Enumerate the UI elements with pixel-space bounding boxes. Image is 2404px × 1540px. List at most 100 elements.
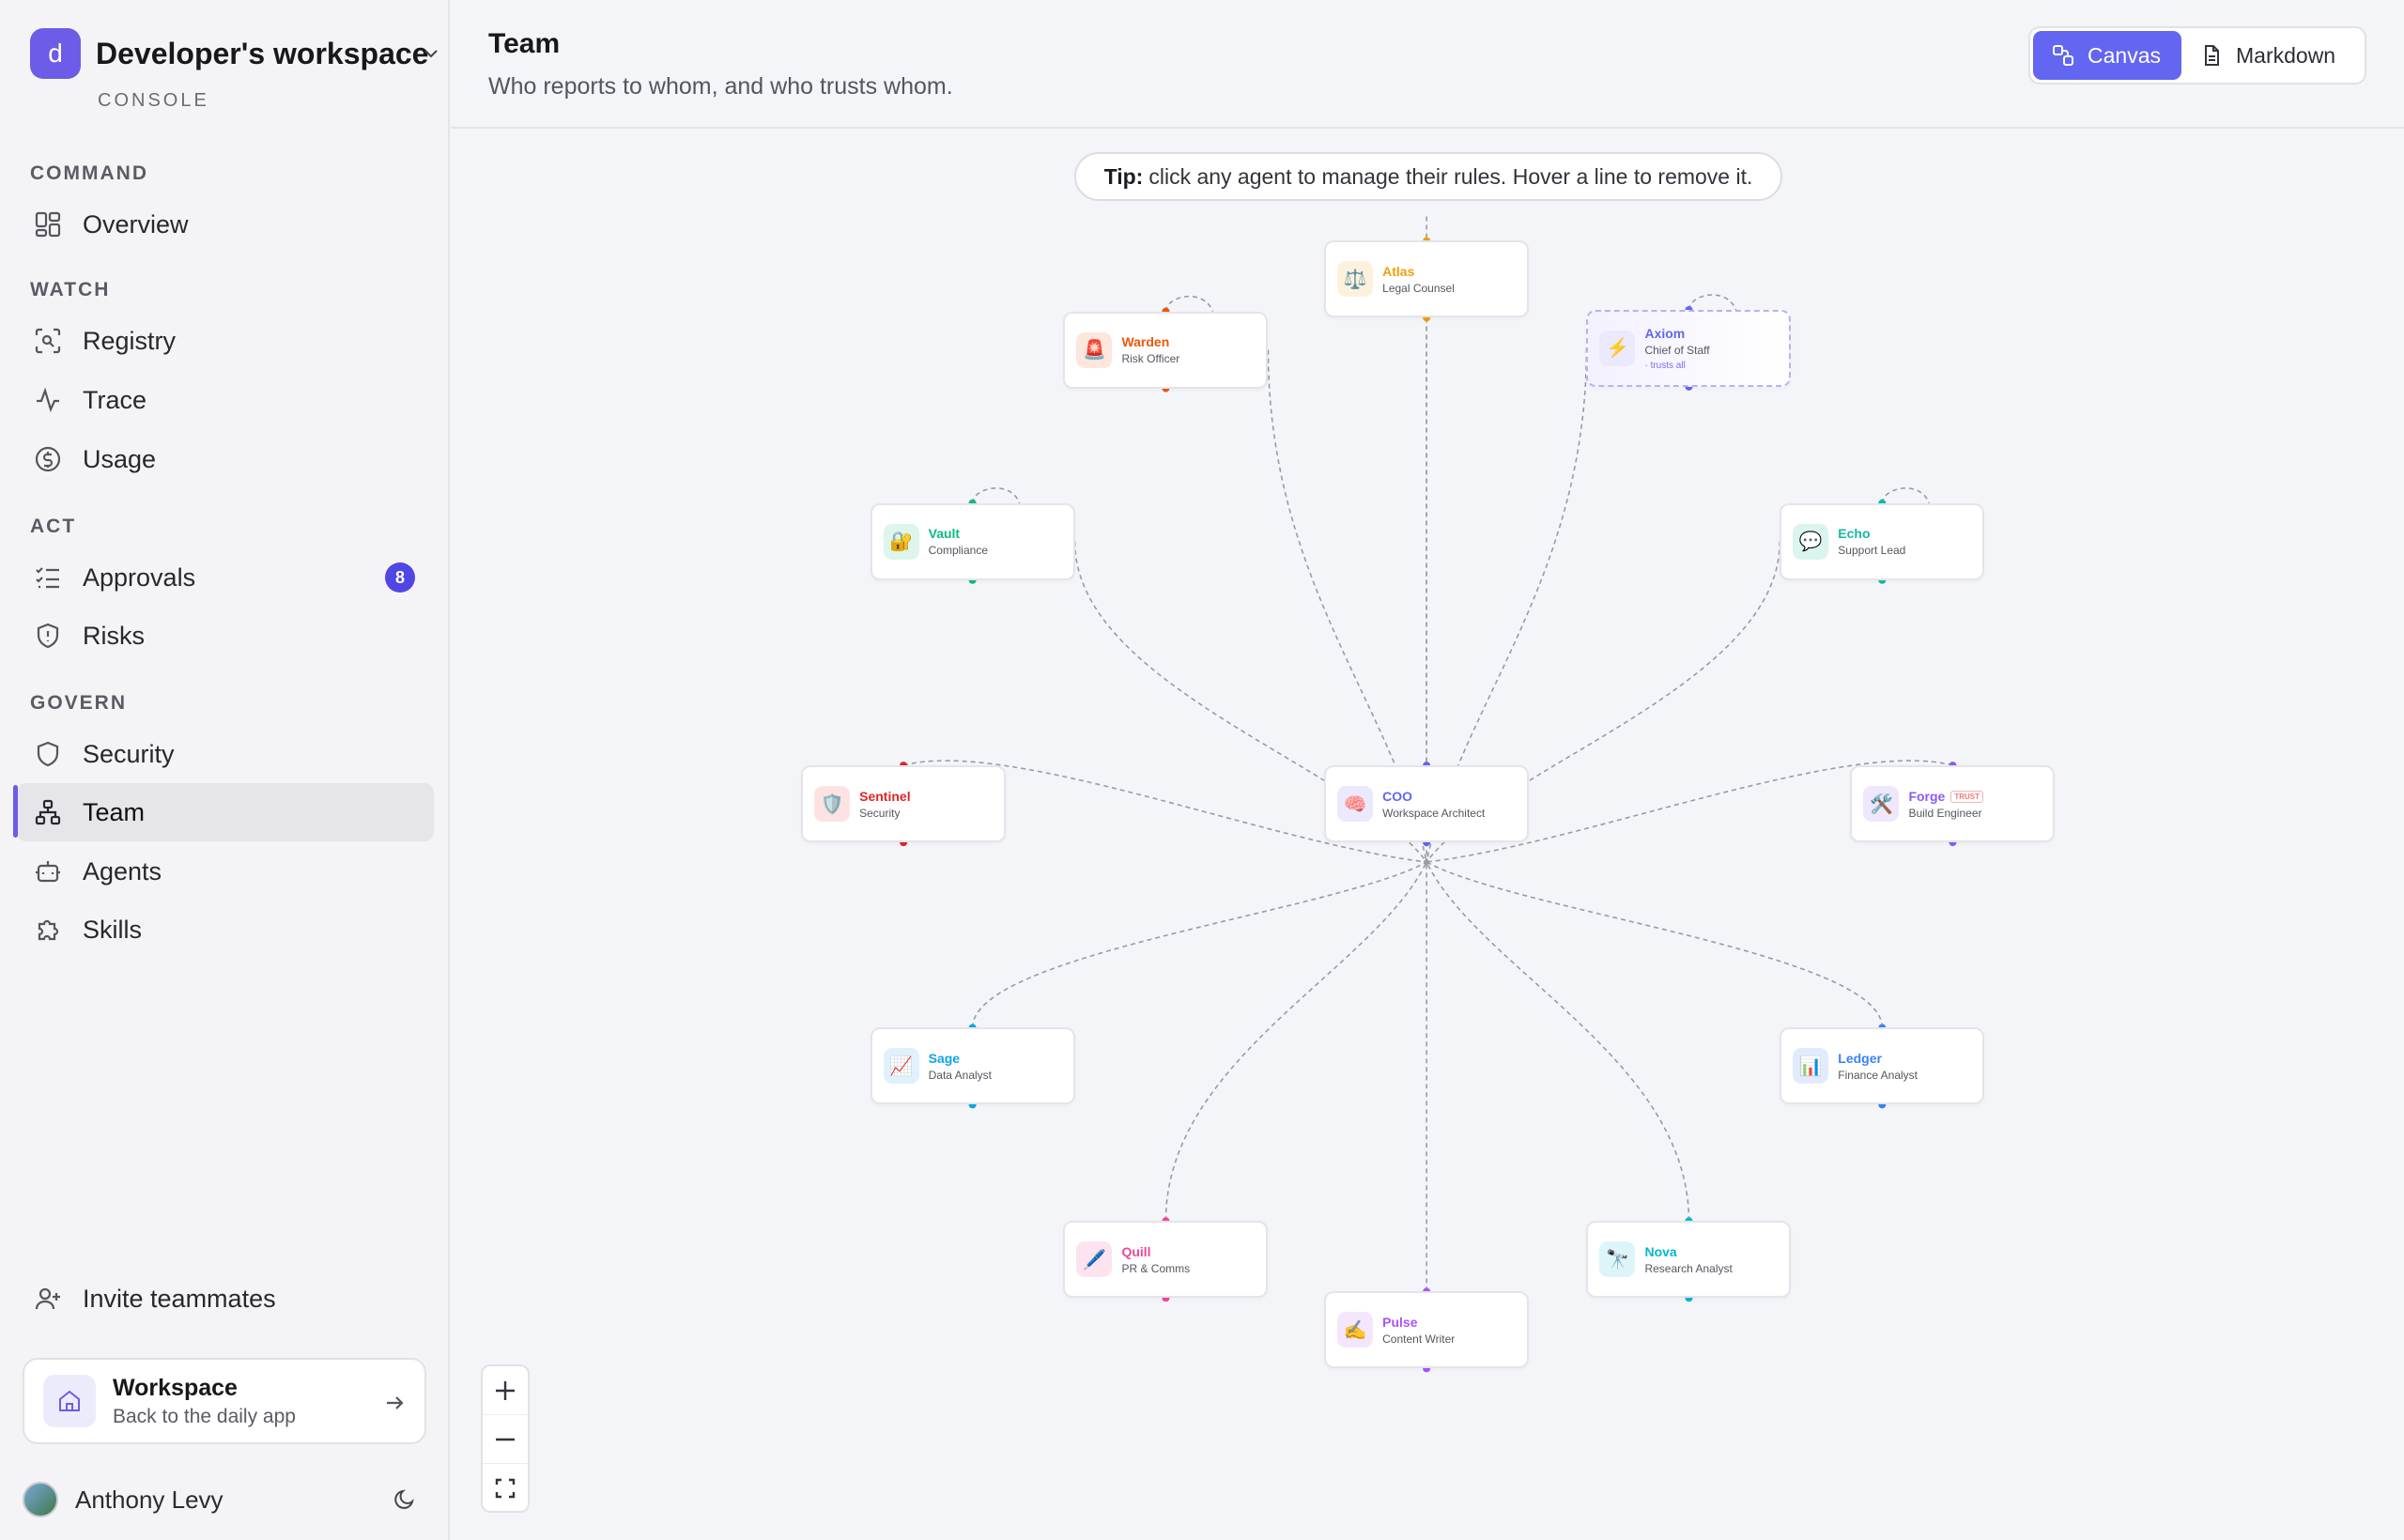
nav-item-risks[interactable]: Risks bbox=[17, 607, 434, 665]
agent-node-forge[interactable]: 🛠️ Forge TRUST Build Engineer bbox=[1850, 765, 2056, 843]
agent-text: COO Workspace Architect bbox=[1382, 789, 1485, 820]
agent-node-nova[interactable]: 🔭 Nova Research Analyst bbox=[1586, 1221, 1792, 1299]
workspace-subtitle: CONSOLE bbox=[98, 90, 209, 111]
fit-view-button[interactable] bbox=[483, 1464, 528, 1513]
hub-point bbox=[1424, 859, 1430, 866]
agent-role: Content Writer bbox=[1382, 1332, 1456, 1346]
tip-text: click any agent to manage their rules. H… bbox=[1148, 163, 1753, 189]
nav-item-registry[interactable]: Registry bbox=[17, 312, 434, 370]
agent-node-warden[interactable]: 🚨 Warden Risk Officer bbox=[1063, 311, 1269, 389]
edge-quill-coo[interactable] bbox=[1164, 861, 1427, 1222]
chevron-down-icon[interactable] bbox=[423, 45, 439, 62]
agent-text: Vault Compliance bbox=[929, 526, 988, 557]
grid-icon bbox=[32, 208, 64, 240]
arrow-right-icon bbox=[387, 1396, 404, 1409]
coo-avatar-icon: 🧠 bbox=[1337, 786, 1374, 823]
agent-node-coo[interactable]: 🧠 COO Workspace Architect bbox=[1324, 765, 1530, 843]
agent-node-axiom[interactable]: ⚡ Axiom Chief of Staff · trusts all bbox=[1586, 309, 1792, 387]
agent-trust-note: · trusts all bbox=[1644, 360, 1686, 371]
nav-item-security[interactable]: Security bbox=[17, 725, 434, 783]
nav-item-agents[interactable]: Agents bbox=[17, 842, 434, 901]
checklist-icon bbox=[32, 562, 64, 593]
main-area: Team Who reports to whom, and who trusts… bbox=[451, 0, 2404, 1540]
agent-name: Forge TRUST bbox=[1908, 789, 1983, 804]
agent-node-pulse[interactable]: ✍️ Pulse Content Writer bbox=[1324, 1291, 1530, 1369]
ledger-avatar-icon: 📊 bbox=[1793, 1048, 1829, 1085]
nav-label: Skills bbox=[83, 915, 143, 944]
agent-name: Warden bbox=[1121, 334, 1179, 349]
markdown-view-button[interactable]: Markdown bbox=[2181, 31, 2354, 80]
workspace-card[interactable]: Workspace Back to the daily app bbox=[23, 1358, 426, 1444]
agent-name-text: COO bbox=[1382, 788, 1413, 804]
sentinel-avatar-icon: 🛡️ bbox=[814, 786, 851, 823]
pulse-avatar-icon: ✍️ bbox=[1337, 1312, 1374, 1348]
tip-prefix: Tip: bbox=[1103, 163, 1144, 189]
agent-name: Ledger bbox=[1838, 1051, 1918, 1066]
agent-node-vault[interactable]: 🔐 Vault Compliance bbox=[870, 502, 1075, 580]
zoom-controls bbox=[481, 1364, 530, 1513]
agent-node-atlas[interactable]: ⚖️ Atlas Legal Counsel bbox=[1324, 240, 1530, 318]
shield-alert-icon bbox=[32, 620, 64, 652]
view-toggle: Canvas Markdown bbox=[2028, 26, 2366, 85]
page-subtitle: Who reports to whom, and who trusts whom… bbox=[488, 73, 953, 100]
zoom-in-button[interactable] bbox=[483, 1366, 528, 1415]
agent-name: Pulse bbox=[1382, 1315, 1455, 1330]
agent-name-text: Warden bbox=[1121, 334, 1170, 350]
agent-name: Quill bbox=[1121, 1244, 1190, 1259]
nav-label: Approvals bbox=[83, 562, 196, 592]
canvas-view-button[interactable]: Canvas bbox=[2033, 31, 2181, 80]
team-canvas[interactable]: ⚖️ Atlas Legal Counsel 🚨 Warden Risk Officer ⚡… bbox=[451, 129, 2404, 1540]
workspace-switcher[interactable]: d Developer's workspace bbox=[30, 28, 428, 79]
zoom-out-button[interactable] bbox=[483, 1415, 528, 1464]
markdown-label: Markdown bbox=[2236, 42, 2336, 68]
agent-text: Sage Data Analyst bbox=[929, 1051, 992, 1082]
canvas-icon bbox=[2053, 45, 2073, 66]
loop-vault bbox=[971, 487, 1021, 504]
agent-node-ledger[interactable]: 📊 Ledger Finance Analyst bbox=[1780, 1027, 1985, 1105]
agent-role: Chief of Staff bbox=[1644, 343, 1710, 357]
agent-role: Security bbox=[859, 806, 901, 820]
nav-item-skills[interactable]: Skills bbox=[17, 901, 434, 959]
atlas-avatar-icon: ⚖️ bbox=[1337, 261, 1374, 298]
tip-banner: Tip: click any agent to manage their rul… bbox=[1074, 152, 1782, 201]
agent-name: Atlas bbox=[1382, 264, 1455, 279]
agent-name-text: Quill bbox=[1121, 1243, 1151, 1259]
agent-name: COO bbox=[1382, 789, 1485, 804]
agent-text: Quill PR & Comms bbox=[1121, 1244, 1190, 1275]
agent-role: Workspace Architect bbox=[1382, 806, 1486, 820]
agent-role: Research Analyst bbox=[1644, 1261, 1733, 1275]
agent-node-echo[interactable]: 💬 Echo Support Lead bbox=[1780, 502, 1985, 580]
agent-node-sage[interactable]: 📈 Sage Data Analyst bbox=[870, 1027, 1075, 1105]
user-profile[interactable]: Anthony Levy bbox=[23, 1482, 426, 1517]
minus-icon bbox=[496, 1438, 515, 1440]
nova-avatar-icon: 🔭 bbox=[1599, 1241, 1636, 1278]
nav-item-team[interactable]: Team bbox=[17, 783, 434, 841]
agent-name-text: Sentinel bbox=[859, 788, 911, 804]
nav-item-trace[interactable]: Trace bbox=[17, 371, 434, 429]
nav-item-approvals[interactable]: Approvals 8 bbox=[17, 548, 434, 607]
trust-badge: TRUST bbox=[1950, 791, 1983, 804]
plus-icon bbox=[496, 1380, 515, 1400]
edge-nova-coo[interactable] bbox=[1425, 861, 1690, 1222]
agent-name-text: Echo bbox=[1838, 526, 1871, 542]
nav-item-usage[interactable]: Usage bbox=[17, 430, 434, 488]
workspace-card-subtitle: Back to the daily app bbox=[113, 1405, 296, 1427]
nav-item-overview[interactable]: Overview bbox=[17, 195, 434, 254]
moon-icon[interactable] bbox=[393, 1487, 417, 1512]
dollar-icon bbox=[32, 443, 64, 475]
page-title: Team bbox=[488, 28, 561, 59]
canvas-label: Canvas bbox=[2088, 42, 2161, 68]
agent-name-text: Sage bbox=[928, 1050, 961, 1066]
agent-name: Vault bbox=[929, 526, 988, 541]
section-govern: GOVERN bbox=[30, 692, 128, 714]
invite-teammates-button[interactable]: Invite teammates bbox=[17, 1270, 434, 1328]
nav-label: Team bbox=[83, 797, 146, 826]
activity-icon bbox=[32, 384, 64, 416]
section-command: COMMAND bbox=[30, 162, 148, 184]
agent-name: Nova bbox=[1644, 1244, 1732, 1259]
edge-sage-coo[interactable] bbox=[971, 861, 1427, 1028]
sidebar: d Developer's workspace CONSOLE COMMAND … bbox=[0, 0, 450, 1540]
agent-node-quill[interactable]: 🖊️ Quill PR & Comms bbox=[1063, 1221, 1269, 1299]
agent-node-sentinel[interactable]: 🛡️ Sentinel Security bbox=[801, 765, 1007, 843]
agent-text: Echo Support Lead bbox=[1838, 526, 1905, 557]
